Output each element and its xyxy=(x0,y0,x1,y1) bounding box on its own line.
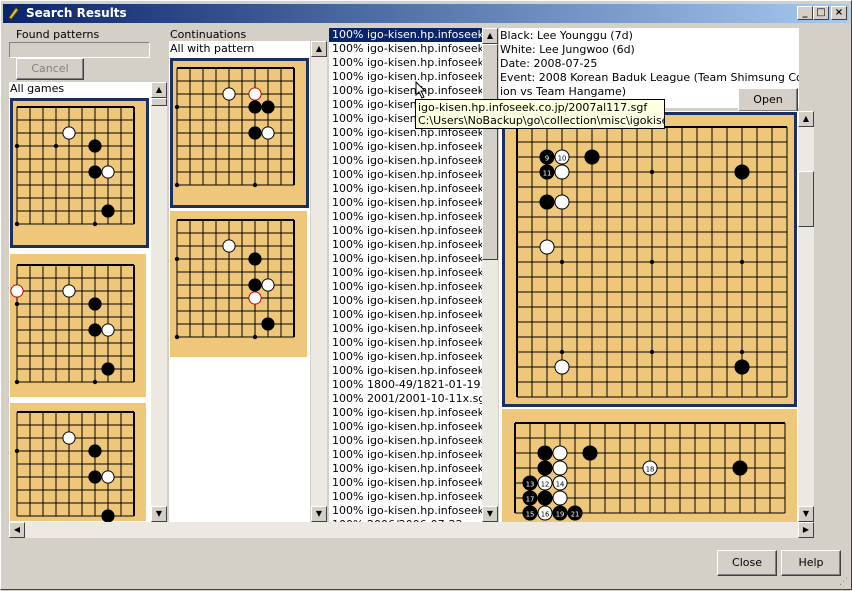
black-stone xyxy=(88,470,102,484)
white-stone xyxy=(222,87,236,101)
white-stone xyxy=(552,460,568,476)
white-stone xyxy=(62,284,76,298)
star-point xyxy=(739,259,745,265)
star-point xyxy=(14,301,20,307)
white-stone xyxy=(539,239,555,255)
black-stone xyxy=(539,194,555,210)
black-stone xyxy=(248,252,262,266)
continuation-board-2 xyxy=(170,211,307,357)
black-stone xyxy=(101,509,115,523)
star-point xyxy=(559,259,565,265)
black-stone xyxy=(732,460,748,476)
black-stone xyxy=(88,139,102,153)
star-point xyxy=(174,182,180,188)
black-stone xyxy=(582,445,598,461)
white-stone xyxy=(554,359,570,375)
move-number: 12 xyxy=(541,481,550,489)
black-stone xyxy=(734,359,750,375)
white-stone xyxy=(101,470,115,484)
continuation-board-1 xyxy=(170,58,309,208)
white-stone xyxy=(261,278,275,292)
black-stone xyxy=(261,317,275,331)
white-stone xyxy=(101,165,115,179)
white-stone xyxy=(554,194,570,210)
star-point xyxy=(739,349,745,355)
move-number: 21 xyxy=(571,511,580,519)
move-number: 19 xyxy=(556,511,565,519)
black-stone xyxy=(734,164,750,180)
black-stone xyxy=(88,444,102,458)
white-stone xyxy=(248,291,262,305)
close-button[interactable]: Close xyxy=(717,550,777,576)
star-point xyxy=(174,256,180,262)
move-number: 10 xyxy=(558,155,567,163)
pattern-board-1 xyxy=(10,98,149,248)
black-stone xyxy=(261,100,275,114)
black-stone xyxy=(101,204,115,218)
pattern-board-3 xyxy=(10,403,146,523)
move-number: 11 xyxy=(543,170,552,178)
move-number: 13 xyxy=(526,481,535,489)
star-point xyxy=(559,349,565,355)
black-stone xyxy=(584,149,600,165)
mouse-cursor-icon xyxy=(415,81,427,99)
white-stone xyxy=(62,431,76,445)
white-stone xyxy=(552,445,568,461)
move-number: 14 xyxy=(556,481,565,489)
white-stone xyxy=(248,87,262,101)
star-point xyxy=(649,259,655,265)
black-stone xyxy=(248,278,262,292)
star-point xyxy=(649,349,655,355)
white-stone xyxy=(222,239,236,253)
star-point xyxy=(252,334,258,340)
white-stone xyxy=(101,323,115,337)
black-stone xyxy=(88,165,102,179)
scroll-left-arrow-icon[interactable]: ◀ xyxy=(9,522,25,538)
black-stone xyxy=(537,445,553,461)
star-point xyxy=(14,379,20,385)
help-button[interactable]: Help xyxy=(781,550,841,576)
white-stone xyxy=(552,490,568,506)
horizontal-scrollbar[interactable]: ◀ ▶ xyxy=(9,522,814,538)
scroll-right-arrow-icon[interactable]: ▶ xyxy=(798,522,814,538)
move-number: 9 xyxy=(545,155,549,163)
preview-board-main: 9 10 11 xyxy=(502,112,797,407)
star-point xyxy=(14,448,20,454)
move-number: 15 xyxy=(526,511,535,519)
star-point xyxy=(252,182,258,188)
white-stone xyxy=(554,164,570,180)
star-point xyxy=(174,334,180,340)
preview-board-second: 18 13 12 14 17 15 16 19 21 xyxy=(502,409,797,522)
star-point xyxy=(92,221,98,227)
star-point xyxy=(649,169,655,175)
white-stone xyxy=(62,126,76,140)
black-stone xyxy=(88,297,102,311)
tooltip-sgf-path: igo-kisen.hp.infoseek.co.jp/2007al117.sg… xyxy=(418,101,648,114)
star-point xyxy=(14,143,20,149)
black-stone xyxy=(88,323,102,337)
search-results-window: Search Results _ □ × Found patterns Canc… xyxy=(0,0,852,590)
move-number: 17 xyxy=(526,496,535,504)
tooltip-zip-path: C:\Users\NoBackup\go\collection\misc\igo… xyxy=(418,114,664,127)
star-point xyxy=(174,104,180,110)
white-stone xyxy=(10,284,24,298)
move-number: 18 xyxy=(646,466,655,474)
black-stone xyxy=(248,126,262,140)
star-point xyxy=(14,221,20,227)
star-point xyxy=(53,143,59,149)
white-stone xyxy=(261,126,275,140)
star-point xyxy=(92,379,98,385)
resize-grip-icon[interactable]: ⋰ xyxy=(839,577,849,587)
black-stone xyxy=(537,460,553,476)
black-stone xyxy=(537,490,553,506)
black-stone xyxy=(248,100,262,114)
black-stone xyxy=(101,362,115,376)
tooltip: igo-kisen.hp.infoseek.co.jp/2007al117.sg… xyxy=(415,99,665,129)
pattern-board-2 xyxy=(10,254,146,397)
move-number: 16 xyxy=(541,511,550,519)
